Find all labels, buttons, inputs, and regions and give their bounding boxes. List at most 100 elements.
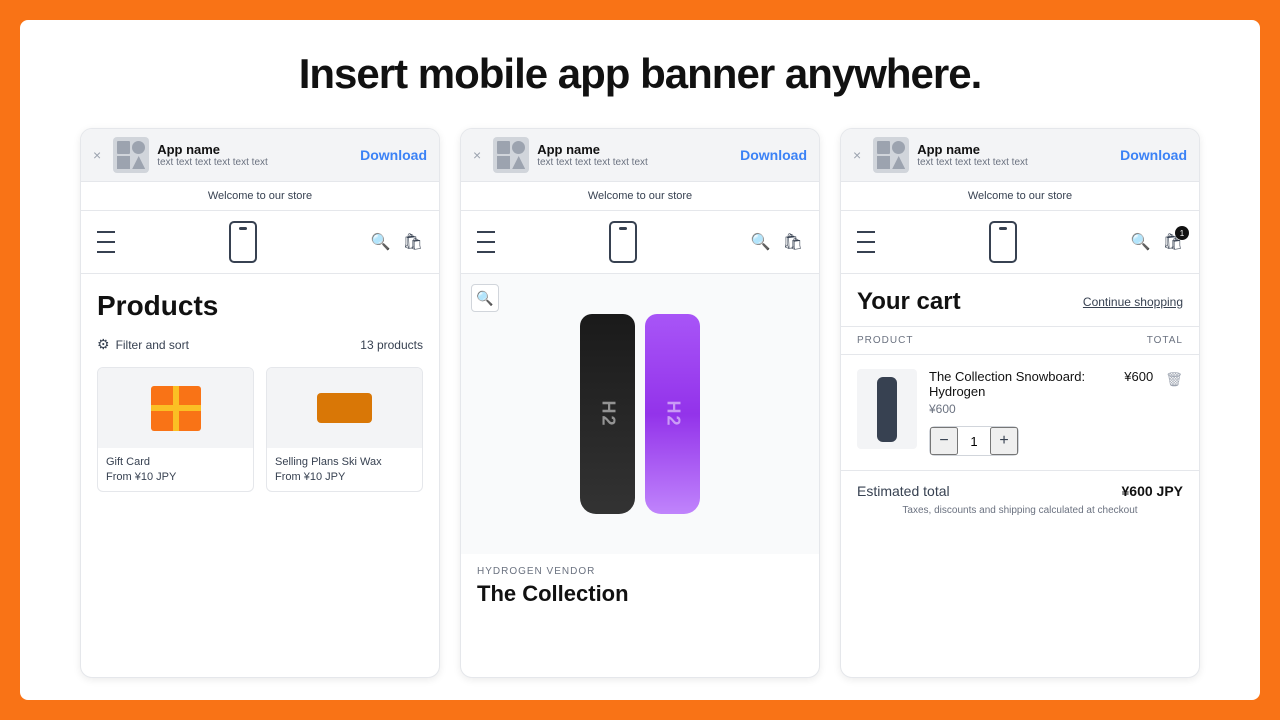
app-name-1: App name bbox=[157, 142, 352, 157]
vendor-label: HYDROGEN VENDOR bbox=[477, 566, 803, 577]
product-item-1[interactable]: Gift Card From ¥10 JPY bbox=[97, 367, 254, 492]
snowboard-black: H2 bbox=[580, 314, 635, 514]
continue-shopping-link[interactable]: Continue shopping bbox=[1083, 295, 1183, 309]
product-img-1 bbox=[98, 368, 253, 448]
app-icon-1 bbox=[113, 137, 149, 173]
product-img-2 bbox=[267, 368, 422, 448]
search-icon-1[interactable]: 🔍 bbox=[371, 232, 391, 252]
products-grid: Gift Card From ¥10 JPY Selling Plans Ski… bbox=[97, 367, 423, 492]
download-button-2[interactable]: Download bbox=[740, 147, 807, 163]
quantity-increase[interactable]: + bbox=[990, 427, 1018, 455]
app-info-3: App name text text text text text text bbox=[917, 142, 1112, 168]
nav-right-1: 🔍 🛍 bbox=[371, 232, 423, 252]
cart-item-image bbox=[857, 369, 917, 449]
nav-right-2: 🔍 🛍 bbox=[751, 232, 803, 252]
store-header-1: Welcome to our store bbox=[81, 182, 439, 211]
hamburger-icon-2[interactable] bbox=[477, 229, 495, 255]
card-products: × App name text text text text text text… bbox=[80, 128, 440, 678]
filter-label: Filter and sort bbox=[116, 338, 189, 352]
product-detail-info: HYDROGEN VENDOR The Collection bbox=[461, 554, 819, 619]
cart-header: Your cart Continue shopping bbox=[841, 274, 1199, 326]
app-desc-1: text text text text text text bbox=[157, 157, 352, 168]
product-name-2: Selling Plans Ski Wax bbox=[275, 456, 414, 468]
card-cart: × App name text text text text text text… bbox=[840, 128, 1200, 678]
card-product-detail: × App name text text text text text text… bbox=[460, 128, 820, 678]
filter-icon: ⚙ bbox=[97, 336, 110, 353]
wax-bar-icon bbox=[317, 393, 372, 423]
quantity-control: − 1 + bbox=[929, 426, 1019, 456]
product-price-2: From ¥10 JPY bbox=[275, 471, 414, 483]
snowboard-purple: H2 bbox=[645, 314, 700, 514]
banner-close-2[interactable]: × bbox=[473, 147, 481, 163]
app-icon-2 bbox=[493, 137, 529, 173]
app-banner-1: × App name text text text text text text… bbox=[81, 129, 439, 182]
cart-title: Your cart bbox=[857, 288, 961, 316]
cart-item-name: The Collection Snowboard: Hydrogen bbox=[929, 369, 1101, 399]
quantity-decrease[interactable]: − bbox=[930, 427, 958, 455]
store-header-3: Welcome to our store bbox=[841, 182, 1199, 211]
cart-footer: Estimated total ¥600 JPY Taxes, discount… bbox=[841, 471, 1199, 528]
product-detail-title: The Collection bbox=[477, 581, 803, 607]
cart-icon-2[interactable]: 🛍 bbox=[783, 232, 803, 252]
cart-item-total: ¥600 bbox=[1113, 369, 1153, 384]
quantity-value: 1 bbox=[958, 434, 990, 449]
snowboard-text-black: H2 bbox=[597, 400, 618, 427]
cart-table-header: PRODUCT TOTAL bbox=[841, 326, 1199, 355]
delete-item-button[interactable]: 🗑 bbox=[1165, 371, 1183, 388]
filter-bar: ⚙ Filter and sort 13 products bbox=[97, 336, 423, 353]
estimated-total-row: Estimated total ¥600 JPY bbox=[857, 483, 1183, 499]
filter-sort[interactable]: ⚙ Filter and sort bbox=[97, 336, 189, 353]
col-total-label: TOTAL bbox=[1147, 335, 1183, 346]
app-banner-2: × App name text text text text text text… bbox=[461, 129, 819, 182]
nav-bar-1: 🔍 🛍 bbox=[81, 211, 439, 274]
estimated-total-label: Estimated total bbox=[857, 483, 950, 499]
cart-item-details: The Collection Snowboard: Hydrogen ¥600 … bbox=[929, 369, 1101, 456]
app-name-3: App name bbox=[917, 142, 1112, 157]
banner-close-1[interactable]: × bbox=[93, 147, 101, 163]
cart-snowboard-icon bbox=[877, 377, 897, 442]
product-info-1: Gift Card From ¥10 JPY bbox=[98, 448, 253, 491]
mobile-icon-2 bbox=[609, 221, 637, 263]
products-title: Products bbox=[97, 290, 423, 322]
search-icon-3[interactable]: 🔍 bbox=[1131, 232, 1151, 252]
hamburger-icon-3[interactable] bbox=[857, 229, 875, 255]
col-product-label: PRODUCT bbox=[857, 335, 913, 346]
product-item-2[interactable]: Selling Plans Ski Wax From ¥10 JPY bbox=[266, 367, 423, 492]
cart-badge: 1 bbox=[1175, 226, 1189, 240]
main-container: Insert mobile app banner anywhere. × App… bbox=[20, 20, 1260, 700]
app-desc-3: text text text text text text bbox=[917, 157, 1112, 168]
product-name-1: Gift Card bbox=[106, 456, 245, 468]
snowboard-wrap: H2 H2 bbox=[580, 314, 700, 514]
cart-icon-1[interactable]: 🛍 bbox=[403, 232, 423, 252]
page-headline: Insert mobile app banner anywhere. bbox=[60, 50, 1220, 98]
products-count: 13 products bbox=[360, 338, 423, 352]
cart-icon-wrap: 🛍 1 bbox=[1163, 232, 1183, 252]
app-info-1: App name text text text text text text bbox=[157, 142, 352, 168]
app-info-2: App name text text text text text text bbox=[537, 142, 732, 168]
products-content: Products ⚙ Filter and sort 13 products bbox=[81, 274, 439, 508]
hamburger-icon[interactable] bbox=[97, 229, 115, 255]
app-banner-3: × App name text text text text text text… bbox=[841, 129, 1199, 182]
estimated-total-value: ¥600 JPY bbox=[1122, 483, 1184, 499]
app-icon-3 bbox=[873, 137, 909, 173]
search-icon-2[interactable]: 🔍 bbox=[751, 232, 771, 252]
download-button-1[interactable]: Download bbox=[360, 147, 427, 163]
product-price-1: From ¥10 JPY bbox=[106, 471, 245, 483]
product-info-2: Selling Plans Ski Wax From ¥10 JPY bbox=[267, 448, 422, 491]
nav-bar-3: 🔍 🛍 1 bbox=[841, 211, 1199, 274]
cards-row: × App name text text text text text text… bbox=[60, 128, 1220, 678]
store-header-2: Welcome to our store bbox=[461, 182, 819, 211]
app-desc-2: text text text text text text bbox=[537, 157, 732, 168]
mobile-icon-3 bbox=[989, 221, 1017, 263]
zoom-button[interactable]: 🔍 bbox=[471, 284, 499, 312]
gift-box-icon bbox=[151, 386, 201, 431]
nav-bar-2: 🔍 🛍 bbox=[461, 211, 819, 274]
app-name-2: App name bbox=[537, 142, 732, 157]
download-button-3[interactable]: Download bbox=[1120, 147, 1187, 163]
nav-right-3: 🔍 🛍 1 bbox=[1131, 232, 1183, 252]
cart-item: The Collection Snowboard: Hydrogen ¥600 … bbox=[841, 355, 1199, 471]
mobile-icon-1 bbox=[229, 221, 257, 263]
snowboard-text-purple: H2 bbox=[662, 400, 683, 427]
tax-note: Taxes, discounts and shipping calculated… bbox=[857, 505, 1183, 516]
banner-close-3[interactable]: × bbox=[853, 147, 861, 163]
